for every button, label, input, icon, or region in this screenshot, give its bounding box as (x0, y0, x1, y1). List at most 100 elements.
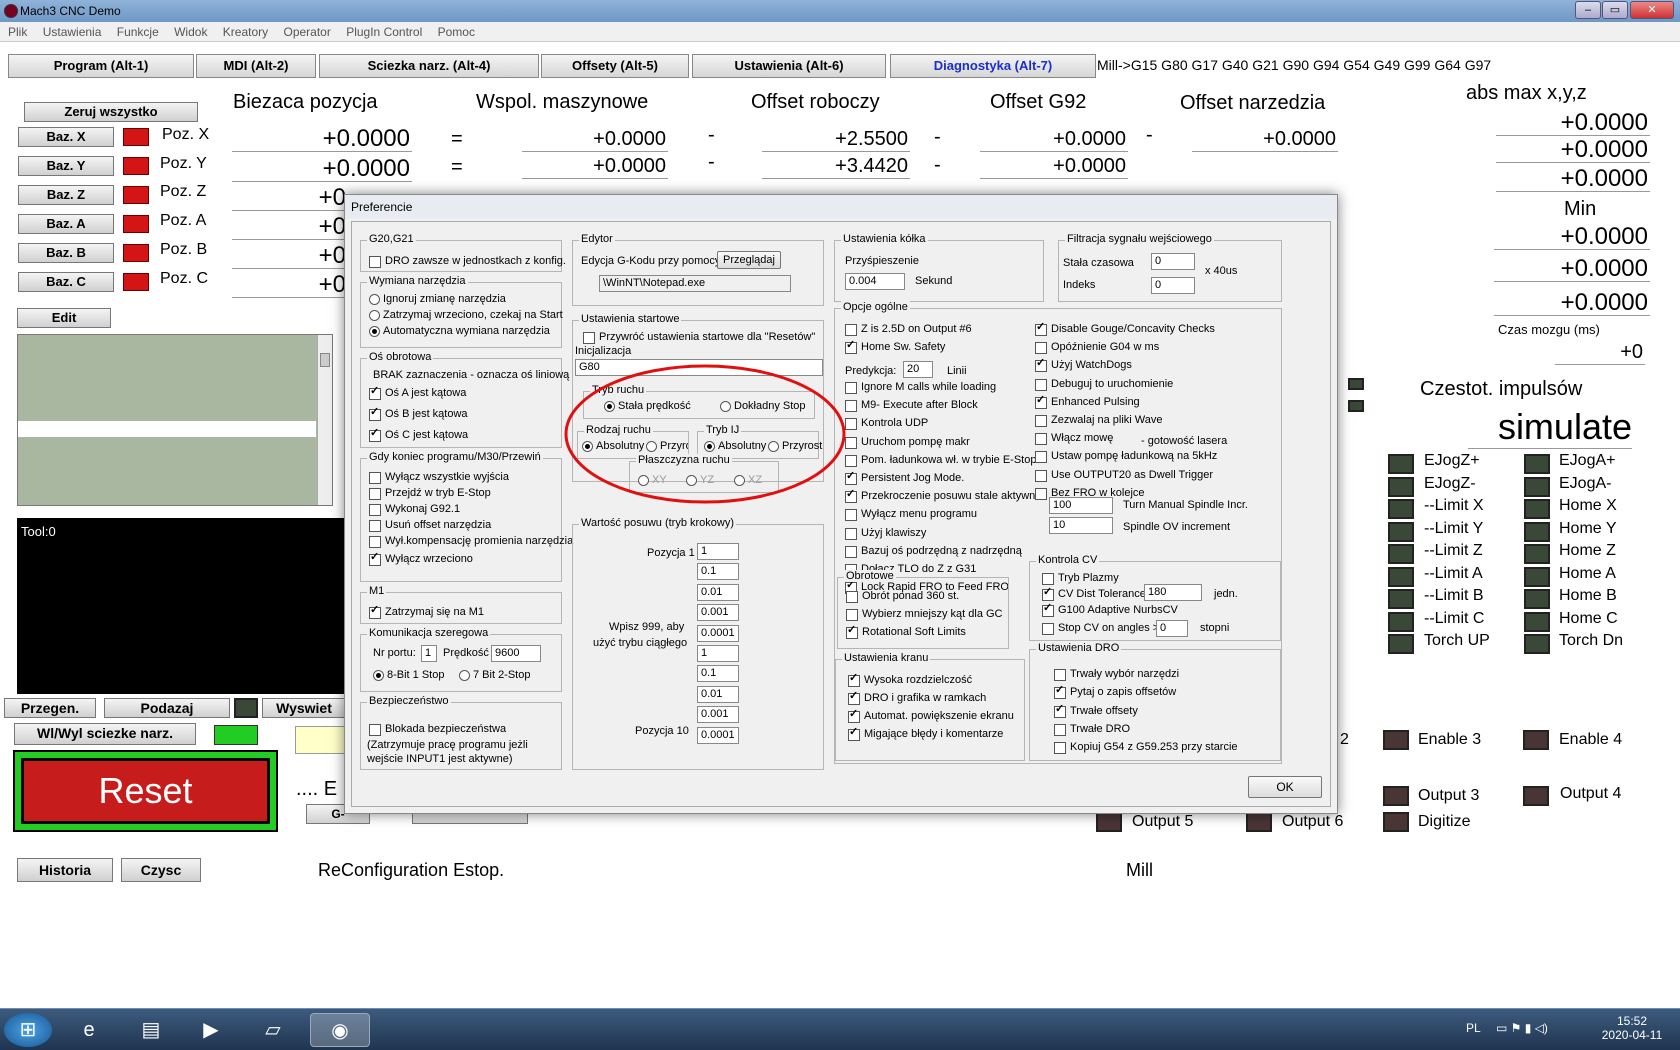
outputs-off-checkbox[interactable]: Wyłącz wszystkie wyjścia (369, 471, 509, 484)
rotational-soft-limits-checkbox[interactable]: Rotational Soft Limits (846, 624, 966, 639)
high-res-checkbox[interactable]: Wysoka rozdzielczość (848, 672, 972, 687)
general-option-checkbox[interactable]: Wyłącz menu programu (845, 508, 977, 522)
stop-cv-angles-checkbox[interactable]: Stop CV on angles > (1042, 622, 1159, 635)
ref-a-button[interactable]: Baz. A (18, 214, 114, 234)
zero-all-button[interactable]: Zeruj wszystko (24, 102, 198, 122)
shortest-angle-checkbox[interactable]: Wybierz mniejszy kąt dla GC (846, 608, 1003, 621)
general-option-checkbox[interactable]: Z is 2.5D on Output #6 (845, 323, 972, 336)
step-value-input[interactable]: 1 (697, 543, 739, 560)
safety-lock-checkbox[interactable]: Blokada bezpieczeństwa (369, 723, 506, 736)
rotate-360-checkbox[interactable]: Obrót ponad 360 st. (846, 590, 959, 603)
g100-nurbs-checkbox[interactable]: G100 Adaptive NurbsCV (1042, 602, 1178, 617)
general-option-checkbox[interactable]: Zezwalaj na pliki Wave (1035, 414, 1162, 427)
8bit-radio[interactable]: 8-Bit 1 Stop (373, 669, 444, 682)
blink-errors-checkbox[interactable]: Migające błędy i komentarze (848, 726, 1003, 741)
minimize-button[interactable]: – (1575, 1, 1601, 19)
g92-1-checkbox[interactable]: Wykonaj G92.1 (369, 503, 460, 516)
menu-plik[interactable]: Plik (8, 25, 27, 39)
stop-spindle-radio[interactable]: Zatrzymaj wrzeciono, czekaj na Start (369, 309, 563, 322)
general-option-checkbox[interactable]: Debuguj to uruchomienie (1035, 378, 1173, 391)
dro-y-current[interactable]: +0.0000 (232, 156, 412, 182)
tab-mdi[interactable]: MDI (Alt-2) (196, 54, 316, 78)
mach3-task-icon[interactable]: ◉ (310, 1013, 370, 1047)
display-button[interactable]: Wyswiet (262, 698, 346, 718)
menu-widok[interactable]: Widok (174, 25, 207, 39)
general-option-checkbox[interactable]: Bazuj oś podrzędną z nadrzędną (845, 545, 1022, 558)
prediction-input[interactable]: 20 (903, 361, 933, 378)
regen-button[interactable]: Przegen. (4, 698, 96, 718)
general-option-checkbox[interactable]: Włącz mowę (1035, 432, 1113, 446)
general-option-checkbox[interactable]: Use OUTPUT20 as Dwell Trigger (1035, 469, 1213, 482)
toggle-toolpath-button[interactable]: Wl/Wyl sciezke narz. (14, 723, 196, 745)
persistent-dro-checkbox[interactable]: Trwałe DRO (1054, 723, 1130, 736)
general-option-checkbox[interactable]: Opóźnienie G04 w ms (1035, 341, 1159, 355)
cv-dist-tol-checkbox[interactable]: CV Dist Tolerance (1042, 586, 1146, 601)
cv-tol-input[interactable]: 180 (1144, 584, 1202, 601)
ok-button[interactable]: OK (1248, 776, 1322, 798)
notes-icon[interactable]: ▱ (252, 1013, 294, 1047)
dro-x-work-offset[interactable]: +2.5500 (762, 126, 910, 152)
scroll-thumb[interactable] (320, 353, 330, 367)
maximize-button[interactable]: ▭ (1602, 1, 1628, 19)
general-option-checkbox[interactable]: Uruchom pompę makr (845, 436, 970, 449)
plasma-mode-checkbox[interactable]: Tryb Plazmy (1042, 572, 1119, 585)
step-value-input[interactable]: 0.001 (697, 706, 739, 724)
port-input[interactable]: 1 (421, 645, 437, 662)
edit-button[interactable]: Edit (17, 308, 111, 328)
tray-icons[interactable]: ▭ ⚑ ▮ ◁) (1496, 1021, 1548, 1035)
spindle-ov-input[interactable]: 10 (1049, 517, 1113, 534)
ref-z-button[interactable]: Baz. Z (18, 185, 114, 205)
dro-z-current[interactable]: +0 (232, 185, 348, 211)
c-angular-checkbox[interactable]: Oś C jest kątowa (369, 427, 468, 442)
menu-kreatory[interactable]: Kreatory (223, 25, 268, 39)
auto-tool-change-radio[interactable]: Automatyczna wymiana narzędzia (369, 325, 550, 338)
tab-offsets[interactable]: Offsety (Alt-5) (541, 54, 689, 78)
dro-b-current[interactable]: +0 (232, 243, 348, 269)
menu-plugin[interactable]: PlugIn Control (346, 25, 422, 39)
dro-c-current[interactable]: +0 (232, 272, 348, 298)
general-option-checkbox[interactable]: M9- Execute after Block (845, 399, 978, 413)
tab-toolpath[interactable]: Sciezka narz. (Alt-4) (319, 54, 539, 78)
reset-button[interactable]: Reset (21, 758, 270, 824)
toolpath-display[interactable]: Tool:0 (17, 518, 347, 694)
step-value-input[interactable]: 0.1 (697, 665, 739, 683)
general-option-checkbox[interactable]: Użyj klawiszy (845, 527, 926, 540)
a-angular-checkbox[interactable]: Oś A jest kątowa (369, 385, 466, 400)
history-button[interactable]: Historia (17, 858, 113, 882)
dro-x-current[interactable]: +0.0000 (232, 126, 412, 152)
step-value-input[interactable]: 0.0001 (697, 726, 739, 744)
dro-a-current[interactable]: +0 (232, 214, 348, 240)
follow-button[interactable]: Podazaj (104, 698, 230, 718)
spindle-off-checkbox[interactable]: Wyłącz wrzeciono (369, 551, 473, 566)
b-angular-checkbox[interactable]: Oś B jest kątowa (369, 406, 468, 421)
menu-ustawienia[interactable]: Ustawienia (43, 25, 102, 39)
general-option-checkbox[interactable]: Pom. ładunkowa wł. w trybie E-Stop (845, 454, 1036, 467)
persistent-tool-checkbox[interactable]: Trwały wybór narzędzi (1054, 668, 1179, 681)
start-button[interactable]: ⊞ (4, 1013, 52, 1047)
ignore-tool-change-radio[interactable]: Ignoruj zmianę narzędzia (369, 293, 506, 306)
step-value-input[interactable]: 0.01 (697, 685, 739, 703)
filter-const-input[interactable]: 0 (1151, 253, 1195, 270)
tab-diagnostics[interactable]: Diagnostyka (Alt-7) (890, 54, 1096, 78)
ie-icon[interactable]: e (68, 1013, 110, 1047)
accel-input[interactable]: 0.004 (845, 273, 905, 290)
ref-b-button[interactable]: Baz. B (18, 243, 114, 263)
media-player-icon[interactable]: ▶ (190, 1013, 232, 1047)
cv-angle-input[interactable]: 0 (1156, 620, 1188, 637)
general-option-checkbox[interactable]: Enhanced Pulsing (1035, 394, 1140, 409)
remove-tool-offset-checkbox[interactable]: Usuń offset narzędzia (369, 519, 491, 532)
general-option-checkbox[interactable]: Home Sw. Safety (845, 339, 945, 354)
ref-c-button[interactable]: Baz. C (18, 272, 114, 292)
menu-operator[interactable]: Operator (284, 25, 331, 39)
tab-program[interactable]: Program (Alt-1) (8, 54, 194, 78)
baud-input[interactable]: 9600 (491, 645, 541, 662)
gcode-scrollbar[interactable] (317, 335, 332, 505)
step-value-input[interactable]: 0.0001 (697, 624, 739, 642)
general-option-checkbox[interactable]: Przekroczenie posuwu stale aktywne (845, 488, 1041, 504)
dro-frames-checkbox[interactable]: DRO i grafika w ramkach (848, 690, 986, 705)
restore-startup-checkbox[interactable]: Przywróć ustawienia startowe dla "Resetó… (583, 331, 815, 344)
dro-units-checkbox[interactable]: DRO zawsze w jednostkach z konfig. (369, 255, 566, 268)
language-indicator[interactable]: PL (1466, 1021, 1481, 1035)
clear-button[interactable]: Czysc (121, 858, 201, 882)
dro-y-work-offset[interactable]: +3.4420 (762, 153, 910, 179)
